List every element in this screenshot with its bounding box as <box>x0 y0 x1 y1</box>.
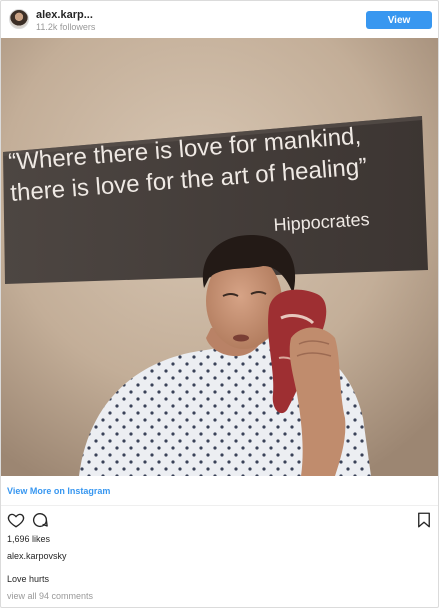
view-all-comments-link[interactable]: view all 94 comments <box>7 591 93 601</box>
photo-image: “Where there is love for mankind, there … <box>1 38 438 476</box>
view-more-bar: View More on Instagram <box>1 477 438 506</box>
post-photo[interactable]: “Where there is love for mankind, there … <box>1 38 438 476</box>
like-count[interactable]: 1,696 likes <box>7 534 50 544</box>
username[interactable]: alex.karp... <box>36 9 93 21</box>
view-profile-button[interactable]: View Profile <box>366 11 432 44</box>
bookmark-icon[interactable] <box>415 511 433 529</box>
post-actions <box>1 506 438 532</box>
avatar[interactable] <box>9 9 29 29</box>
heart-icon[interactable] <box>7 511 25 529</box>
caption-text: Love hurts <box>7 574 50 584</box>
caption-username[interactable]: alex.karpovsky <box>7 551 67 561</box>
comment-icon[interactable] <box>31 511 49 529</box>
user-block: alex.karp... 11.2k followers <box>36 8 95 33</box>
post-header: alex.karp... 11.2k followers View Profil… <box>1 1 438 44</box>
view-more-on-instagram-link[interactable]: View More on Instagram <box>7 486 110 496</box>
instagram-embed-card: alex.karp... 11.2k followers View Profil… <box>0 0 439 608</box>
follower-count: 11.2k followers <box>36 22 96 32</box>
